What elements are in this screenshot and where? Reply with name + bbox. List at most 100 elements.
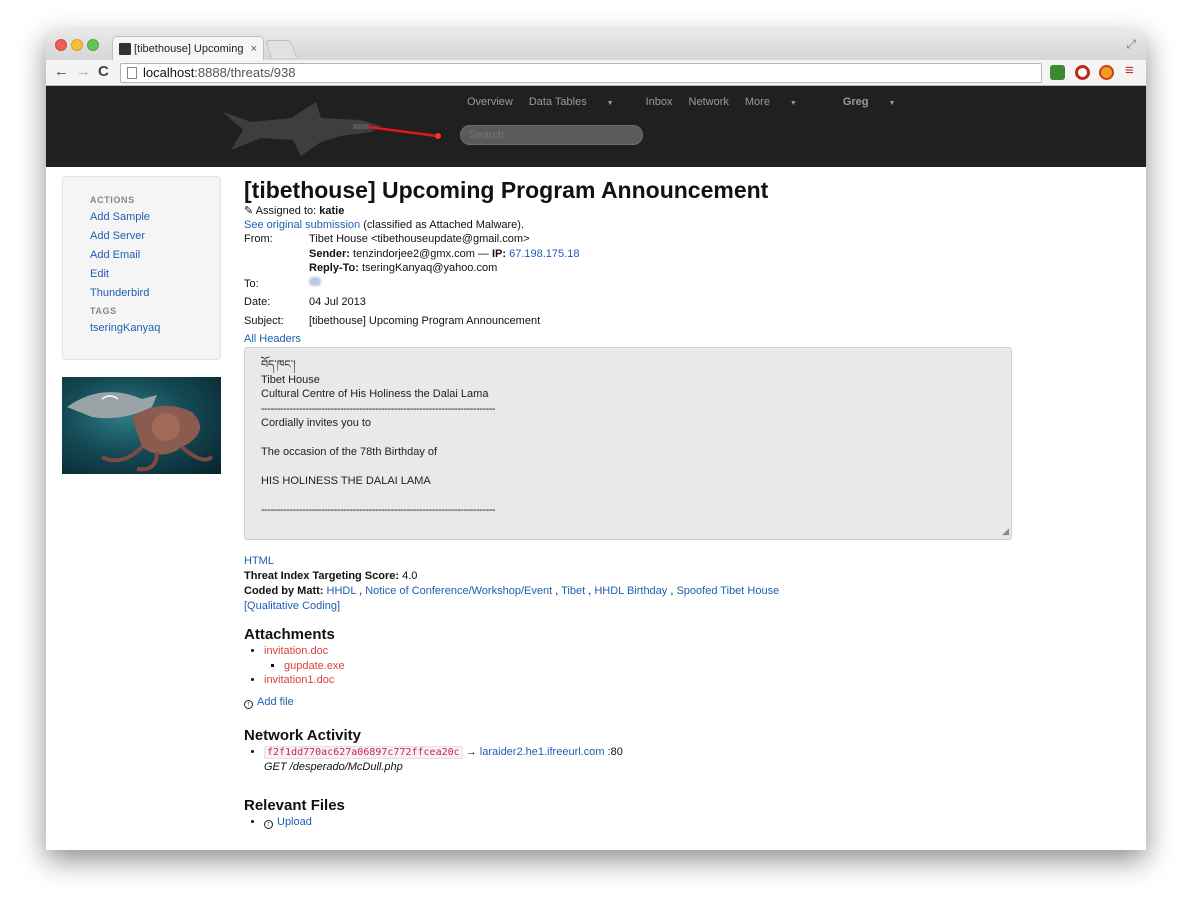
thunderbird-link[interactable]: Thunderbird (90, 287, 220, 299)
tab-close-icon[interactable]: × (251, 43, 257, 55)
nav-data-tables[interactable]: Data Tables ▼ (529, 96, 630, 108)
page-icon (127, 67, 137, 79)
chevron-down-icon: ▼ (604, 100, 614, 107)
attachment-child-link[interactable]: gupdate.exe (284, 660, 345, 672)
top-nav: Overview Data Tables ▼ Inbox Network Mor… (467, 96, 927, 108)
date-label: Date: (244, 296, 271, 308)
attachment-link[interactable]: invitation.doc (264, 645, 328, 657)
user-menu[interactable]: Greg ▼ (843, 96, 912, 108)
coded-label: Coded by Matt: (244, 585, 324, 597)
qualitative-coding-link[interactable]: [Qualitative Coding] (244, 600, 340, 612)
address-bar[interactable]: localhost:8888/threats/938 (120, 63, 1042, 83)
email-body[interactable]: བོད་ཁང་། Tibet House Cultural Centre of … (244, 347, 1012, 540)
original-submission-link[interactable]: See original submission (244, 219, 360, 231)
network-item: f2f1dd770ac627a06897c772ffcea20c → larai… (264, 745, 1024, 775)
nav-more[interactable]: More ▼ (745, 96, 813, 108)
html-link[interactable]: HTML (244, 555, 274, 567)
assigned-user: katie (319, 205, 345, 217)
ip-link[interactable]: 67.198.175.18 (509, 248, 579, 260)
edit-link[interactable]: Edit (90, 268, 220, 280)
network-heading: Network Activity (244, 726, 361, 744)
port-value: :80 (607, 745, 623, 758)
submission-line: See original submission (classified as A… (244, 218, 1024, 232)
add-server-link[interactable]: Add Server (90, 230, 220, 242)
coded-line: Coded by Matt: HHDL , Notice of Conferen… (244, 585, 780, 597)
date-value: 04 Jul 2013 (309, 296, 366, 308)
nav-more-label: More (744, 96, 770, 108)
request-line: GET /desperado/McDull.php (264, 761, 403, 773)
nav-overview[interactable]: Overview (467, 96, 513, 108)
tab-title: [tibethouse] Upcoming Pro (134, 42, 247, 55)
new-tab-button[interactable] (264, 40, 298, 58)
score-line: Threat Index Targeting Score: 4.0 (244, 569, 1024, 583)
attachment-link[interactable]: invitation1.doc (264, 674, 334, 686)
browser-window: [tibethouse] Upcoming Pro × ⤢ ← → C loca… (46, 30, 1146, 850)
all-headers-link[interactable]: All Headers (244, 333, 301, 345)
menu-icon[interactable]: ≡ (1125, 62, 1134, 79)
forward-icon[interactable]: → (76, 63, 91, 80)
nav-inbox[interactable]: Inbox (646, 96, 673, 108)
sender-line: Sender: tenzindorjee2@gmx.com — IP: 67.1… (309, 247, 1024, 262)
extension-orange-icon[interactable] (1099, 65, 1114, 80)
browser-tab[interactable]: [tibethouse] Upcoming Pro × (112, 36, 264, 60)
add-sample-link[interactable]: Add Sample (90, 211, 220, 223)
score-value: 4.0 (402, 570, 418, 582)
relevant-files-heading: Relevant Files (244, 796, 345, 814)
body-line: Tibet House (261, 373, 320, 386)
ip-label: IP: (491, 247, 507, 260)
close-window-button[interactable] (55, 39, 67, 51)
replyto-value: tseringKanyaq@yahoo.com (361, 262, 498, 274)
reload-icon[interactable]: C (98, 63, 109, 80)
shark-octopus-image (62, 377, 221, 474)
resize-handle-icon[interactable]: ◢ (1002, 524, 1009, 539)
hash-code: f2f1dd770ac627a06897c772ffcea20c (264, 745, 463, 759)
tab-bar: [tibethouse] Upcoming Pro × ⤢ (46, 30, 1146, 60)
assigned-line: ✎ Assigned to: katie (244, 204, 1024, 218)
email-headers: From: Tibet House <tibethouseupdate@gmai… (244, 232, 1024, 328)
fullscreen-icon[interactable]: ⤢ (1126, 37, 1136, 52)
shark-laser-logo[interactable] (221, 98, 446, 158)
add-file-link[interactable]: Add file (257, 696, 294, 708)
main-content: [tibethouse] Upcoming Program Announceme… (244, 176, 1024, 829)
back-icon[interactable]: ← (54, 63, 69, 80)
user-name: Greg (842, 96, 869, 108)
url-host: localhost (143, 65, 195, 80)
attachments-list: invitation.doc gupdate.exe invitation1.d… (244, 644, 1024, 688)
code-link[interactable]: HHDL (327, 585, 357, 597)
code-link[interactable]: HHDL Birthday (594, 585, 667, 597)
sender-label: Sender: (309, 247, 350, 260)
code-link[interactable]: Tibet (561, 585, 585, 597)
site-header: Overview Data Tables ▼ Inbox Network Mor… (46, 86, 1146, 167)
submission-note: (classified as Attached Malware). (363, 219, 525, 231)
chevron-down-icon: ▼ (886, 100, 896, 107)
code-link[interactable]: Notice of Conference/Workshop/Event (365, 585, 552, 597)
add-file-line[interactable]: ↑ Add file (244, 695, 1024, 709)
replyto-label: Reply-To: (309, 262, 359, 274)
sender-value: tenzindorjee2@gmx.com — (353, 247, 489, 260)
minimize-window-button[interactable] (71, 39, 83, 51)
zoom-window-button[interactable] (87, 39, 99, 51)
to-label: To: (244, 277, 259, 290)
upload-link[interactable]: Upload (277, 816, 312, 828)
nav-data-tables-label: Data Tables (528, 96, 587, 108)
add-email-link[interactable]: Add Email (90, 249, 220, 261)
nav-network[interactable]: Network (689, 96, 729, 108)
body-line: ----------------------------------------… (261, 402, 496, 415)
body-line (261, 431, 995, 446)
edit-icon[interactable]: ✎ (244, 205, 253, 217)
arrow-icon: → (465, 745, 477, 758)
body-line: ----------------------------------------… (261, 504, 496, 516)
tags-header: TAGS (90, 306, 117, 316)
assigned-label: Assigned to: (255, 205, 317, 217)
upload-circle-icon: ↑ (264, 819, 273, 829)
extension-green-icon[interactable] (1050, 65, 1065, 80)
body-line: Cultural Centre of His Holiness the Dala… (261, 388, 489, 400)
tag-link[interactable]: tseringKanyaq (90, 322, 220, 334)
url-path: :8888/threats/938 (194, 65, 296, 80)
host-link[interactable]: laraider2.he1.ifreeurl.com (480, 746, 605, 758)
search-input[interactable] (460, 125, 643, 145)
score-label: Threat Index Targeting Score: (244, 570, 400, 582)
subject-value: [tibethouse] Upcoming Program Announceme… (309, 314, 541, 327)
code-link[interactable]: Spoofed Tibet House (676, 585, 779, 597)
adblock-icon[interactable] (1075, 65, 1090, 80)
